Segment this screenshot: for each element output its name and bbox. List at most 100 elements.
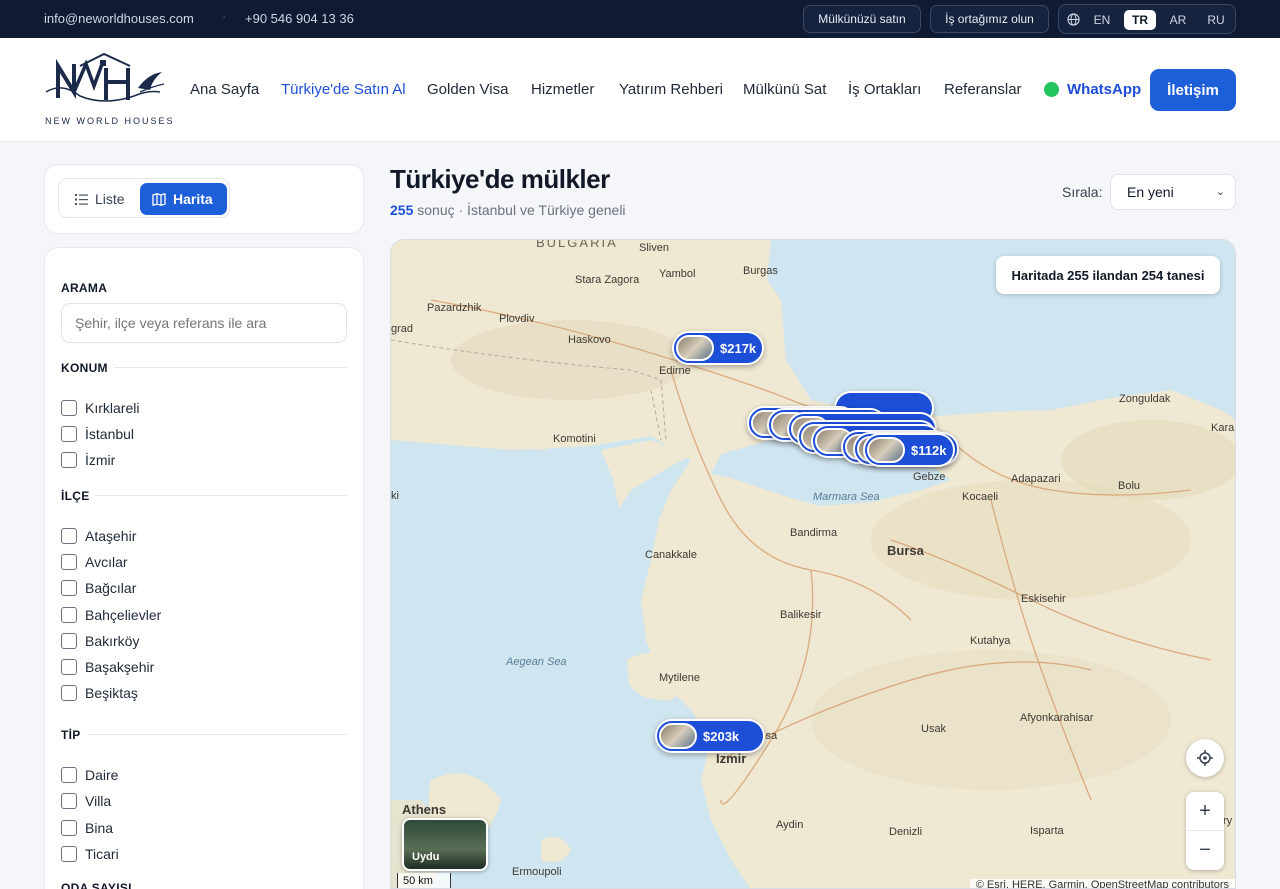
checkbox-box[interactable] bbox=[61, 554, 77, 570]
search-input[interactable] bbox=[61, 303, 347, 343]
district-checkbox[interactable]: Bakırköy bbox=[61, 633, 139, 649]
contact-button[interactable]: İletişim bbox=[1150, 69, 1236, 111]
map-label: Aydin bbox=[776, 819, 804, 831]
contact-email[interactable]: info@neworldhouses.com bbox=[44, 11, 194, 26]
checkbox-label: Bağcılar bbox=[85, 580, 137, 596]
type-section-title: TİP bbox=[61, 728, 81, 742]
map-label: Adapazari bbox=[1011, 473, 1061, 485]
map-marker[interactable]: $217k bbox=[672, 331, 764, 365]
map-label: Kara bbox=[1211, 422, 1235, 434]
contact-phone[interactable]: +90 546 904 13 36 bbox=[245, 11, 354, 26]
lang-ar[interactable]: AR bbox=[1162, 10, 1194, 30]
sort-select[interactable]: En yeni ⌄ bbox=[1110, 174, 1236, 210]
map-label: Athens bbox=[402, 802, 447, 817]
checkbox-box[interactable] bbox=[61, 580, 77, 596]
checkbox-box[interactable] bbox=[61, 820, 77, 836]
type-checkbox[interactable]: Villa bbox=[61, 793, 111, 809]
map-label: Yambol bbox=[659, 268, 696, 280]
satellite-toggle[interactable]: Uydu bbox=[402, 818, 488, 871]
nav-buy-in-turkey[interactable]: Türkiye'de Satın Al bbox=[281, 81, 406, 98]
type-checkbox[interactable]: Ticari bbox=[61, 846, 119, 862]
locate-button[interactable] bbox=[1186, 739, 1224, 777]
map-label: Canakkale bbox=[645, 549, 697, 561]
checkbox-label: Ticari bbox=[85, 846, 119, 862]
checkbox-box[interactable] bbox=[61, 452, 77, 468]
map-label: Bursa bbox=[887, 543, 924, 558]
zoom-in-button[interactable]: + bbox=[1186, 792, 1224, 831]
checkbox-box[interactable] bbox=[61, 659, 77, 675]
map-marker[interactable]: $112k bbox=[863, 433, 955, 467]
map-results-badge: Haritada 255 ilandan 254 tanesi bbox=[996, 256, 1220, 294]
nav-sell-property[interactable]: Mülkünü Sat bbox=[743, 81, 826, 98]
whatsapp-label: WhatsApp bbox=[1067, 81, 1142, 98]
sell-property-button[interactable]: Mülkünüzü satın bbox=[803, 5, 921, 33]
map-label: BULGARIA bbox=[536, 239, 618, 250]
results-summary-text: sonuç · İstanbul ve Türkiye geneli bbox=[413, 202, 626, 218]
checkbox-box[interactable] bbox=[61, 400, 77, 416]
checkbox-label: Avcılar bbox=[85, 554, 128, 570]
nav-golden-visa[interactable]: Golden Visa bbox=[427, 81, 508, 98]
list-view-button[interactable]: Liste bbox=[63, 183, 137, 215]
lang-ru[interactable]: RU bbox=[1200, 10, 1232, 30]
map-view-button[interactable]: Harita bbox=[140, 183, 227, 215]
divider bbox=[95, 495, 347, 496]
location-checkbox[interactable]: İstanbul bbox=[61, 426, 134, 442]
checkbox-box[interactable] bbox=[61, 607, 77, 623]
checkbox-label: Bakırköy bbox=[85, 633, 140, 649]
checkbox-label: Ataşehir bbox=[85, 528, 137, 544]
sort-label: Sırala: bbox=[1062, 184, 1103, 200]
map-label: Pazardzhik bbox=[427, 302, 482, 314]
map-base bbox=[391, 240, 1235, 888]
map-attribution: © Esri, HERE, Garmin, OpenStreetMap cont… bbox=[969, 879, 1235, 888]
checkbox-box[interactable] bbox=[61, 846, 77, 862]
partner-button[interactable]: İş ortağımız olun bbox=[930, 5, 1049, 33]
map-label: Afyonkarahisar bbox=[1020, 712, 1094, 724]
marker-price: $112k bbox=[911, 442, 947, 458]
checkbox-box[interactable] bbox=[61, 793, 77, 809]
map-label: Denizli bbox=[889, 826, 923, 838]
nav-services[interactable]: Hizmetler bbox=[531, 81, 594, 98]
checkbox-box[interactable] bbox=[61, 528, 77, 544]
property-map[interactable]: BULGARIA Sliven Yambol Burgas Stara Zago… bbox=[390, 239, 1236, 889]
checkbox-label: İstanbul bbox=[85, 426, 135, 442]
divider bbox=[87, 734, 347, 735]
location-checkbox[interactable]: İzmir bbox=[61, 452, 115, 468]
type-checkbox[interactable]: Bina bbox=[61, 820, 113, 836]
nav-partners[interactable]: İş Ortakları bbox=[848, 81, 921, 98]
map-label: grad bbox=[391, 323, 414, 335]
location-checkbox[interactable]: Kırklareli bbox=[61, 400, 139, 416]
district-checkbox[interactable]: Ataşehir bbox=[61, 528, 136, 544]
district-checkbox[interactable]: Bağcılar bbox=[61, 580, 136, 596]
district-checkbox[interactable]: Beşiktaş bbox=[61, 685, 138, 701]
list-view-label: Liste bbox=[95, 191, 125, 207]
map-label: Plovdiv bbox=[499, 313, 535, 325]
type-checkbox[interactable]: Daire bbox=[61, 767, 118, 783]
nav-investment-guide[interactable]: Yatırım Rehberi bbox=[619, 81, 723, 98]
satellite-label: Uydu bbox=[412, 851, 440, 863]
results-count: 255 bbox=[390, 202, 414, 218]
map-label: Zonguldak bbox=[1119, 393, 1171, 405]
lang-tr[interactable]: TR bbox=[1124, 10, 1156, 30]
checkbox-box[interactable] bbox=[61, 685, 77, 701]
checkbox-box[interactable] bbox=[61, 426, 77, 442]
lang-en[interactable]: EN bbox=[1086, 10, 1118, 30]
map-marker[interactable]: $203k bbox=[655, 719, 765, 753]
map-label: Kutahya bbox=[970, 635, 1011, 647]
marker-price: $217k bbox=[720, 340, 757, 356]
whatsapp-link[interactable]: WhatsApp bbox=[1044, 81, 1141, 98]
district-checkbox[interactable]: Bahçelievler bbox=[61, 607, 161, 623]
checkbox-box[interactable] bbox=[61, 767, 77, 783]
map-icon bbox=[152, 192, 166, 206]
checkbox-box[interactable] bbox=[61, 633, 77, 649]
zoom-controls: + − bbox=[1186, 792, 1224, 870]
separator-dot: · bbox=[222, 9, 227, 24]
logo-text: NEW WORLD HOUSES bbox=[45, 116, 175, 126]
district-checkbox[interactable]: Başakşehir bbox=[61, 659, 154, 675]
zoom-out-button[interactable]: − bbox=[1186, 831, 1224, 870]
nav-references[interactable]: Referanslar bbox=[944, 81, 1022, 98]
logo[interactable]: NEW WORLD HOUSES bbox=[44, 52, 173, 128]
map-label: Isparta bbox=[1030, 825, 1064, 837]
district-checkbox[interactable]: Avcılar bbox=[61, 554, 128, 570]
map-label: ry bbox=[1223, 815, 1233, 827]
nav-home[interactable]: Ana Sayfa bbox=[190, 81, 259, 98]
